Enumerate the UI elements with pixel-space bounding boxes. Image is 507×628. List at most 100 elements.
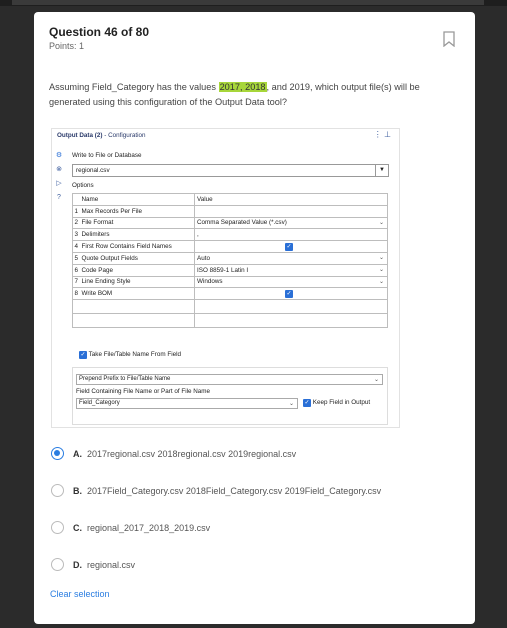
chevron-down-icon[interactable]: ⌄ [379,278,384,285]
gear-icon: ⚙ [55,152,63,159]
row-value[interactable]: ✓ [194,287,388,301]
bookmark-icon[interactable] [442,31,456,47]
top-bar [12,0,484,5]
prepend-value: Prepend Prefix to File/Table Name [79,376,171,382]
write-label: Write to File or Database [72,152,142,159]
radio-icon[interactable] [51,521,64,534]
row-value[interactable]: Windows ⌄ [194,275,388,289]
table-row [72,313,388,329]
config-title: Output Data (2) - Configuration [57,132,146,139]
row-name: Line Ending Style [79,275,195,289]
answer-letter: A. [73,449,82,459]
row-value-text: Comma Separated Value (*.csv) [197,219,287,227]
answer-option-c[interactable]: C. regional_2017_2018_2019.csv [49,519,449,539]
row-name: Write BOM [79,287,195,301]
answer-text: regional_2017_2018_2019.csv [87,523,211,533]
field-value: Field_Category [79,400,120,406]
answer-text: 2017regional.csv 2018regional.csv 2019re… [87,449,297,459]
checkbox-checked-icon[interactable]: ✓ [79,351,87,359]
column-name-header: Name [79,193,195,206]
checkbox-checked-icon[interactable]: ✓ [285,290,293,299]
row-value [194,313,388,329]
answer-letter: B. [73,486,82,496]
row-value[interactable]: , [194,228,388,242]
row-number: 2 [72,216,80,230]
dropdown-arrow-icon[interactable]: ▼ [375,165,388,176]
table-row: 4 First Row Contains Field Names ✓ [72,240,388,253]
row-number: 6 [72,263,80,277]
row-value[interactable]: ✓ [194,240,388,253]
table-row: 1 Max Records Per File [72,204,388,218]
row-value[interactable]: ISO 8859-1 Latin I ⌄ [194,263,388,277]
row-value-text: Auto [197,254,210,262]
take-name-group: Prepend Prefix to File/Table Name ⌄ Field… [72,367,388,425]
chevron-down-icon[interactable]: ⌄ [379,219,384,226]
chevron-down-icon[interactable]: ⌄ [379,266,384,273]
field-label: Field Containing File Name or Part of Fi… [76,388,211,395]
target-icon: ⊗ [56,166,62,173]
row-name: Quote Output Fields [79,251,195,265]
answer-option-b[interactable]: B. 2017Field_Category.csv 2018Field_Cate… [49,482,449,502]
take-name-option[interactable]: ✓ Take File/Table Name From Field [79,351,181,359]
answer-letter: D. [73,560,82,570]
row-value[interactable]: Auto ⌄ [194,251,388,265]
row-value[interactable]: Comma Separated Value (*.csv) ⌄ [194,216,388,230]
radio-selected-icon[interactable] [51,447,64,460]
row-value-text: Windows [197,278,223,286]
config-screenshot: Output Data (2) - Configuration ⋮ ⊥ ⚙ ⊗ … [51,128,400,428]
chevron-down-icon[interactable]: ⌄ [379,254,384,261]
checkbox-checked-icon[interactable]: ✓ [303,399,311,407]
prepend-select[interactable]: Prepend Prefix to File/Table Name ⌄ [76,374,383,385]
table-row: 3 Delimiters , [72,228,388,242]
row-number: 1 [72,204,80,218]
row-name: Delimiters [79,228,195,242]
answer-text: 2017Field_Category.csv 2018Field_Categor… [87,486,382,496]
table-row: 8 Write BOM ✓ [72,287,388,301]
row-number: 4 [72,240,80,253]
table-row: 6 Code Page ISO 8859-1 Latin I ⌄ [72,263,388,277]
top-strip [0,0,507,6]
question-title: Question 46 of 80 [49,25,150,39]
row-number: 3 [72,228,80,242]
keep-field-label: Keep Field in Output [312,399,371,406]
radio-icon[interactable] [51,484,64,497]
options-label: Options [72,182,94,189]
row-value [194,299,388,315]
file-select[interactable]: regional.csv ▼ [72,164,389,177]
chevron-down-icon[interactable]: ⌄ [289,400,294,407]
chevron-down-icon[interactable]: ⌄ [374,376,379,383]
row-number: 7 [72,275,80,289]
table-row: 7 Line Ending Style Windows ⌄ [72,275,388,289]
file-value: regional.csv [76,167,110,174]
table-cell [72,193,80,206]
answer-option-a[interactable]: A. 2017regional.csv 2018regional.csv 201… [49,445,449,465]
config-title-rest: - Configuration [102,132,146,139]
config-title-bold: Output Data (2) [57,132,103,139]
checkbox-checked-icon[interactable]: ✓ [285,243,293,252]
question-text-part: Assuming Field_Category has the values [49,82,219,92]
row-value-text: ISO 8859-1 Latin I [197,266,249,274]
row-name: Max Records Per File [79,204,195,218]
row-name: File Format [79,216,195,230]
row-number: 8 [72,287,80,301]
radio-icon[interactable] [51,558,64,571]
question-card: Question 46 of 80 Points: 1 Assuming Fie… [34,12,475,624]
pin-icon: ⋮ ⊥ [373,130,391,139]
table-row: 5 Quote Output Fields Auto ⌄ [72,251,388,265]
question-text: Assuming Field_Category has the values 2… [49,80,459,109]
row-value[interactable] [194,204,388,218]
row-number [72,313,80,329]
question-header: Question 46 of 80 Points: 1 [34,12,475,60]
field-select[interactable]: Field_Category ⌄ [76,398,298,409]
table-header-row: Name Value [72,193,388,206]
question-points: Points: 1 [49,41,85,51]
answer-option-d[interactable]: D. regional.csv [49,556,449,576]
options-table: Name Value 1 Max Records Per File 2 File… [72,193,388,329]
table-row [72,299,388,315]
keep-field-option[interactable]: ✓ Keep Field in Output [303,399,370,407]
column-value-header: Value [194,193,388,206]
clear-selection-link[interactable]: Clear selection [50,589,110,599]
answer-letter: C. [73,523,82,533]
row-name: First Row Contains Field Names [79,240,195,253]
row-value-text: , [197,231,199,239]
